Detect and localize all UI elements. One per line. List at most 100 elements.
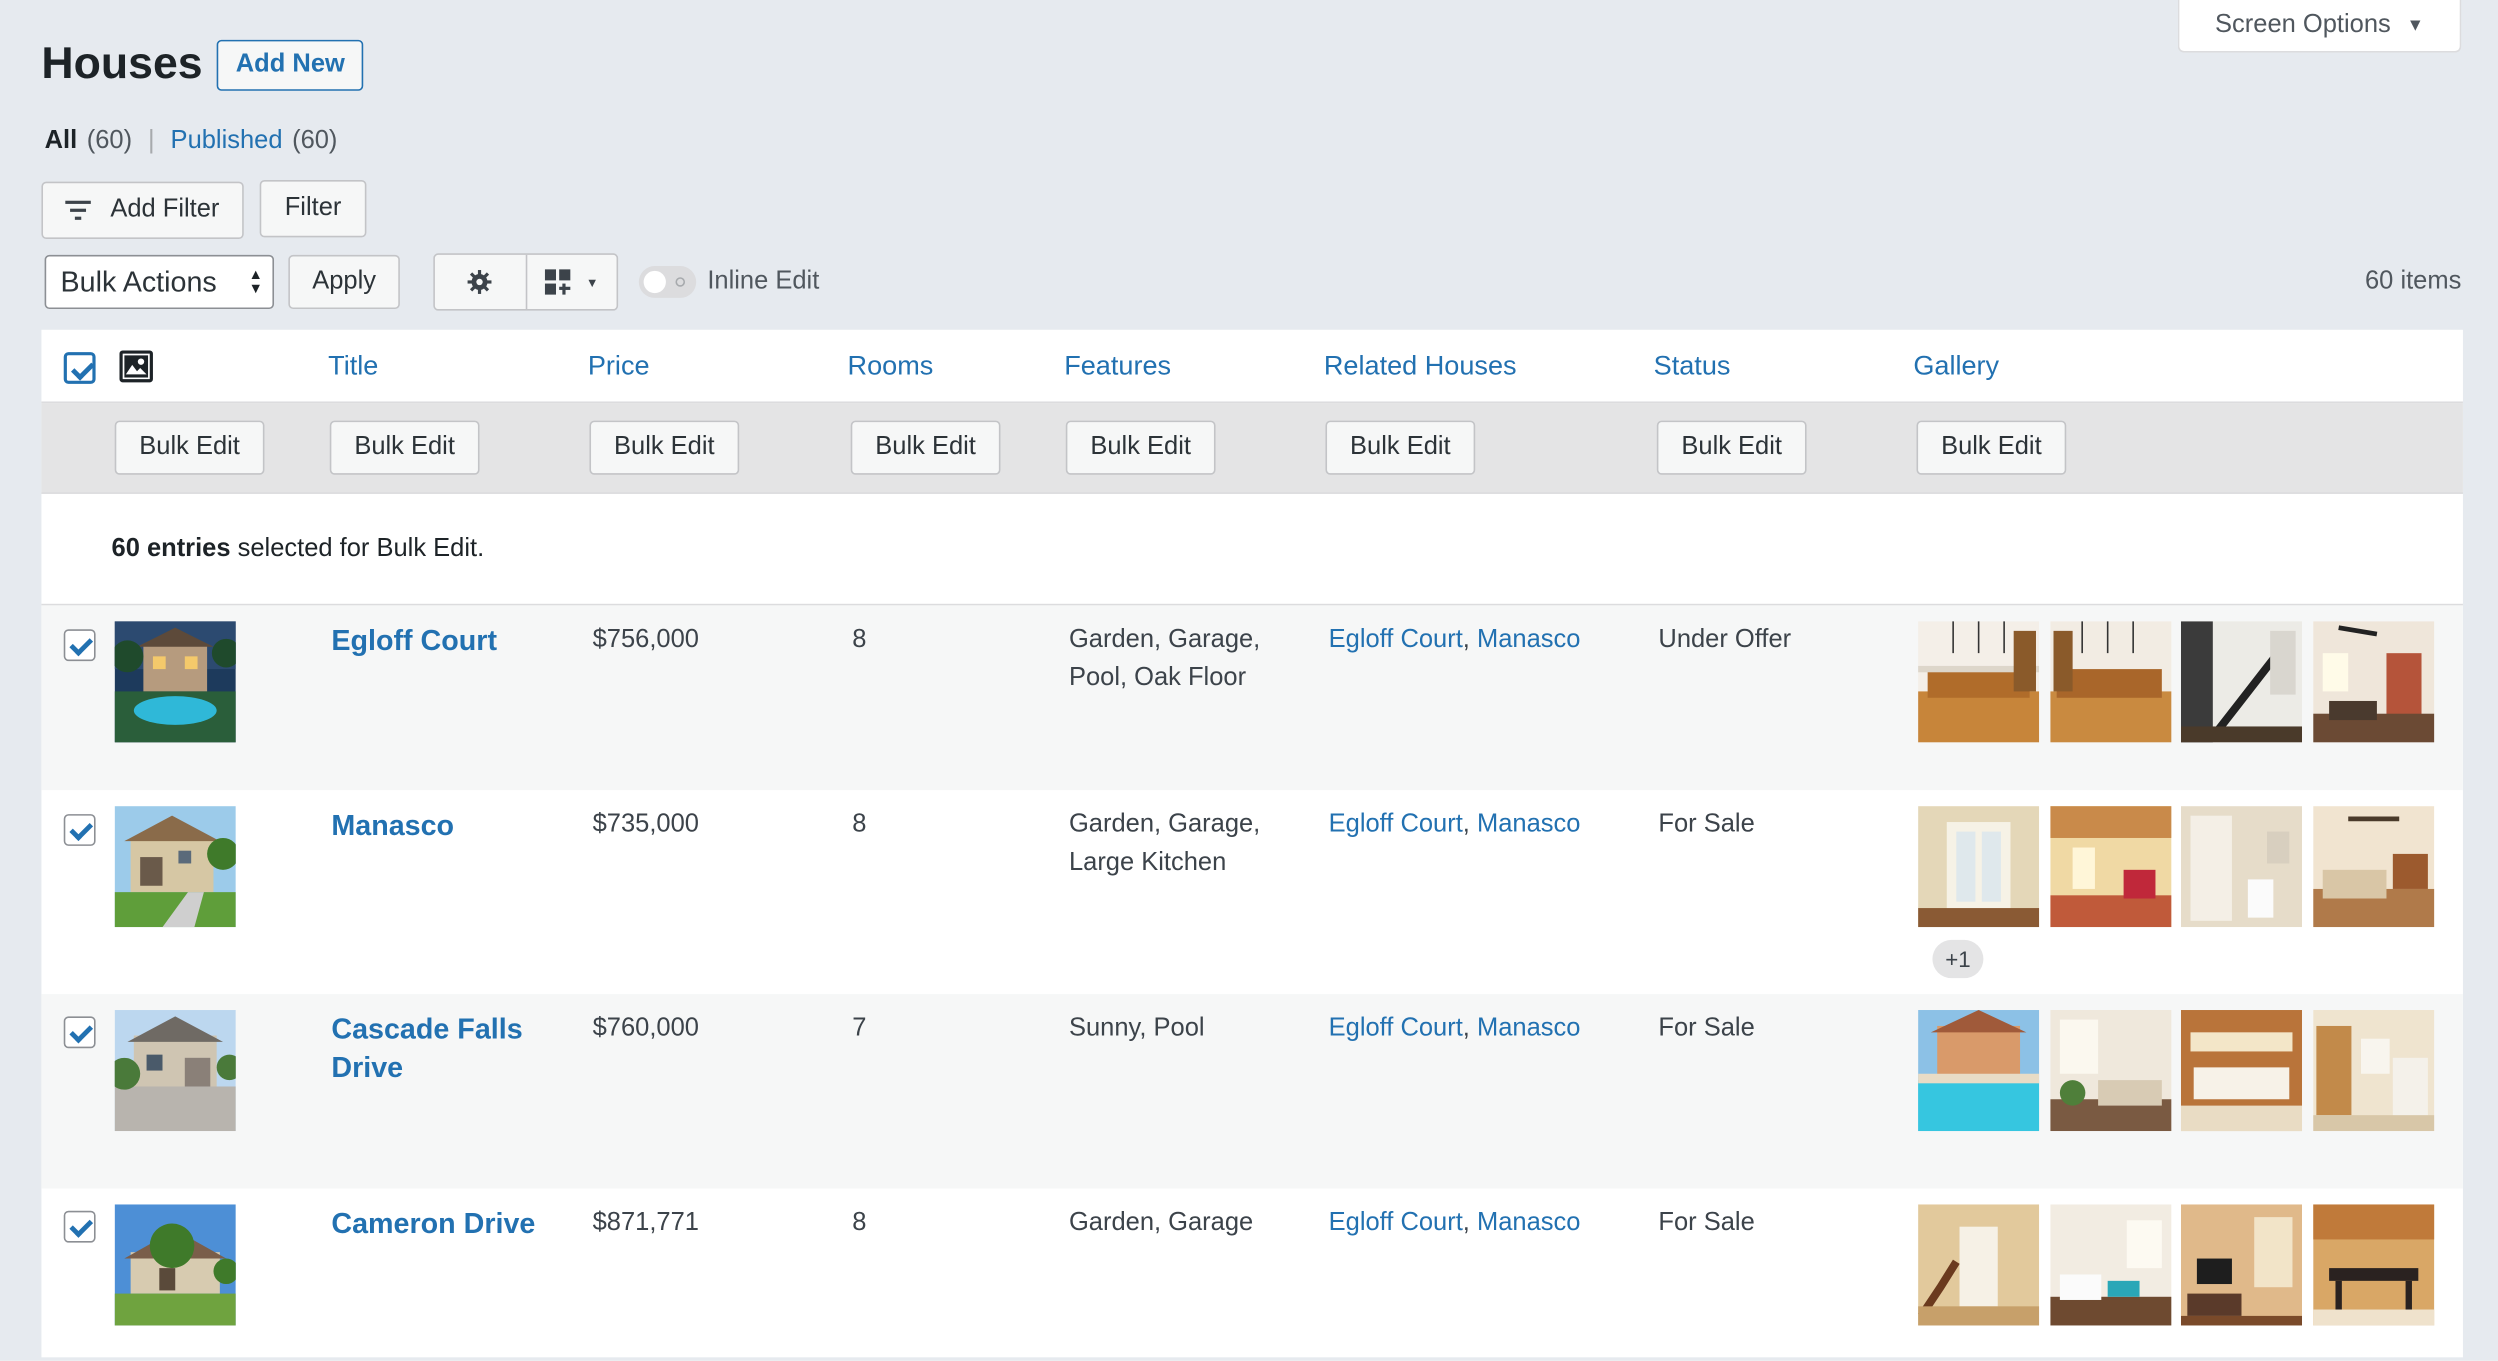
layout-grid-button[interactable]: ▼ xyxy=(524,254,617,310)
related-house-link[interactable]: Egloff Court xyxy=(1329,811,1463,838)
column-status[interactable]: Status xyxy=(1654,350,1731,382)
rooms-value: 8 xyxy=(852,626,867,654)
add-filter-button[interactable]: Add Filter xyxy=(41,181,244,239)
gallery-image[interactable] xyxy=(1918,621,2040,743)
column-features[interactable]: Features xyxy=(1064,350,1171,382)
price-value: $760,000 xyxy=(592,1014,699,1042)
view-all-count: (60) xyxy=(86,127,133,155)
row-checkbox[interactable] xyxy=(63,814,96,846)
bulk-edit-price-button[interactable]: Bulk Edit xyxy=(589,420,740,475)
gallery-image[interactable] xyxy=(2180,1010,2303,1132)
house-title-link[interactable]: Manasco xyxy=(331,806,454,844)
related-house-link[interactable]: Manasco xyxy=(1477,626,1580,653)
house-title-link[interactable]: Egloff Court xyxy=(331,621,497,659)
gallery-image[interactable] xyxy=(1918,1010,2040,1132)
status-value: Under Offer xyxy=(1658,626,1792,654)
features-value: Garden, Garage, Large Kitchen xyxy=(1068,810,1261,877)
related-houses: Egloff Court, Manasco xyxy=(1328,1209,1581,1237)
caret-down-icon: ▼ xyxy=(2406,15,2425,36)
gallery-image[interactable] xyxy=(2313,621,2435,743)
bulk-edit-gallery-button[interactable]: Bulk Edit xyxy=(1916,420,2067,475)
gallery-more-badge[interactable]: +1 xyxy=(1932,939,1984,979)
toggle-knob xyxy=(643,270,666,294)
gallery-image[interactable] xyxy=(2050,621,2172,743)
bulk-edit-features-button[interactable]: Bulk Edit xyxy=(1065,420,1216,475)
house-thumbnail[interactable] xyxy=(114,1204,236,1326)
settings-gear-button[interactable] xyxy=(435,255,525,309)
screen-options-toggle[interactable]: Screen Options ▼ xyxy=(2177,0,2462,53)
status-value: For Sale xyxy=(1658,1209,1755,1237)
gallery-image[interactable] xyxy=(1918,806,2040,928)
inline-edit-label: Inline Edit xyxy=(707,267,820,295)
bulk-edit-row: Bulk Edit Bulk Edit Bulk Edit Bulk Edit … xyxy=(41,403,2463,494)
house-thumbnail[interactable] xyxy=(114,806,236,928)
bulk-edit-related-button[interactable]: Bulk Edit xyxy=(1325,420,1476,475)
status-value: For Sale xyxy=(1658,810,1755,838)
view-published-link[interactable]: Published xyxy=(171,127,283,156)
chevron-down-icon: ▼ xyxy=(585,274,599,290)
house-title-link[interactable]: Cameron Drive xyxy=(331,1204,535,1242)
price-value: $735,000 xyxy=(592,810,699,838)
related-houses: Egloff Court, Manasco xyxy=(1328,810,1581,838)
add-filter-label: Add Filter xyxy=(110,195,220,224)
bulk-edit-title-button[interactable]: Bulk Edit xyxy=(329,420,480,475)
gallery-image[interactable] xyxy=(2313,1204,2435,1326)
view-published-count: (60) xyxy=(292,127,338,155)
selection-notice: 60 entries selected for Bulk Edit. xyxy=(112,535,485,564)
column-related-houses[interactable]: Related Houses xyxy=(1324,350,1517,382)
rooms-value: 8 xyxy=(852,810,867,838)
bulk-edit-rooms-button[interactable]: Bulk Edit xyxy=(850,420,1001,475)
rooms-value: 7 xyxy=(852,1014,867,1042)
bulk-edit-image-button[interactable]: Bulk Edit xyxy=(114,420,265,475)
column-gallery[interactable]: Gallery xyxy=(1913,350,1999,382)
house-thumbnail[interactable] xyxy=(114,1010,236,1132)
gallery-image[interactable] xyxy=(2180,1204,2303,1326)
related-house-link[interactable]: Egloff Court xyxy=(1329,626,1463,653)
row-checkbox[interactable] xyxy=(63,629,96,662)
related-house-link[interactable]: Manasco xyxy=(1477,1015,1580,1042)
related-houses: Egloff Court, Manasco xyxy=(1328,626,1581,654)
bulk-actions-select[interactable]: Bulk Actions ▲ ▼ xyxy=(44,254,275,310)
features-value: Garden, Garage xyxy=(1068,1209,1254,1237)
related-houses: Egloff Court, Manasco xyxy=(1328,1014,1581,1042)
gear-icon xyxy=(467,270,492,294)
selection-notice-row: 60 entries selected for Bulk Edit. xyxy=(41,494,2463,606)
price-value: $871,771 xyxy=(592,1209,699,1237)
page-title: Houses xyxy=(41,38,203,88)
column-title[interactable]: Title xyxy=(328,350,378,382)
gallery-image[interactable] xyxy=(2050,1204,2172,1326)
column-rooms[interactable]: Rooms xyxy=(848,350,934,382)
gallery-image[interactable] xyxy=(2050,1010,2172,1132)
gallery-image[interactable] xyxy=(1918,1204,2040,1326)
row-checkbox[interactable] xyxy=(63,1016,96,1049)
inline-edit-toggle[interactable] xyxy=(638,266,697,298)
column-price[interactable]: Price xyxy=(588,350,650,382)
rooms-value: 8 xyxy=(852,1209,867,1237)
gallery-image[interactable] xyxy=(2313,806,2435,928)
house-thumbnail[interactable] xyxy=(114,621,236,743)
apply-button[interactable]: Apply xyxy=(288,254,400,310)
price-value: $756,000 xyxy=(592,626,699,654)
table-header: Title Price Rooms Features Related House… xyxy=(41,330,2463,404)
features-value: Garden, Garage, Pool, Oak Floor xyxy=(1068,626,1261,692)
gallery-image[interactable] xyxy=(2050,806,2172,928)
add-new-button[interactable]: Add New xyxy=(216,39,364,91)
image-column-icon xyxy=(119,350,153,383)
related-house-link[interactable]: Manasco xyxy=(1477,811,1580,838)
gallery-image[interactable] xyxy=(2180,621,2303,743)
gallery-image[interactable] xyxy=(2180,806,2303,928)
filter-lines-icon xyxy=(65,200,92,220)
select-all-checkbox[interactable] xyxy=(63,352,96,384)
table-row: Egloff Court $756,000 8 Garden, Garage, P… xyxy=(41,605,2463,791)
related-house-link[interactable]: Egloff Court xyxy=(1329,1015,1463,1042)
related-house-link[interactable]: Manasco xyxy=(1477,1209,1580,1236)
house-title-link[interactable]: Cascade Falls Drive xyxy=(331,1010,522,1086)
gallery-image[interactable] xyxy=(2313,1010,2435,1132)
row-checkbox[interactable] xyxy=(63,1210,96,1243)
view-all-link[interactable]: All xyxy=(45,127,78,156)
view-separator: | xyxy=(148,127,155,155)
related-house-link[interactable]: Egloff Court xyxy=(1329,1209,1463,1236)
filter-button[interactable]: Filter xyxy=(259,180,367,238)
bulk-edit-status-button[interactable]: Bulk Edit xyxy=(1656,420,1807,475)
status-value: For Sale xyxy=(1658,1014,1755,1042)
